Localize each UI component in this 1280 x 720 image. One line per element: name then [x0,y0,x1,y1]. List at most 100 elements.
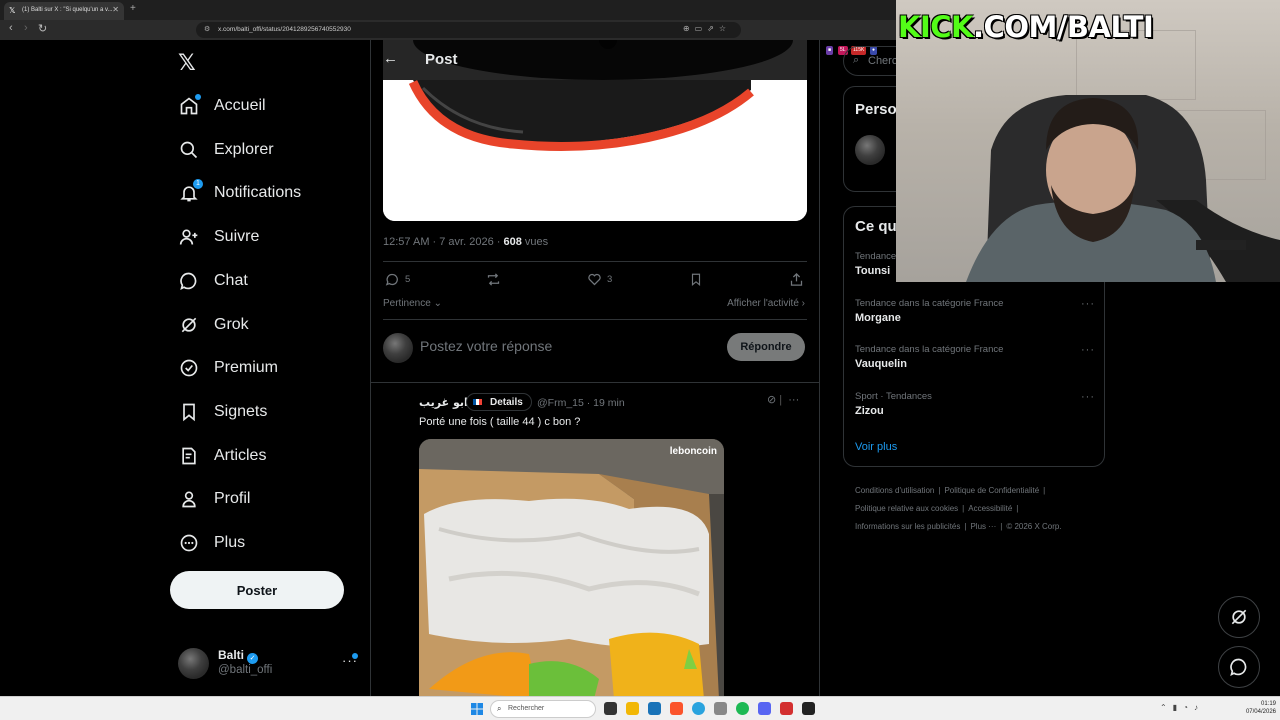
task-view-icon[interactable] [604,702,617,715]
system-tray-icons[interactable]: ⌃▮◔♪ [1160,703,1204,712]
messages-button[interactable] [1218,646,1260,688]
reply-input[interactable]: Postez votre réponse [420,338,552,354]
divider [383,261,807,262]
footer-link[interactable]: Conditions d'utilisation [855,486,934,495]
brave-browser-icon[interactable] [670,702,683,715]
account-name: Balti [218,648,245,662]
sort-dropdown[interactable]: Pertinence ⌄ [383,298,442,309]
account-switcher[interactable]: Balti ✓ @balti_offi ··· [178,645,358,685]
reply-author-name[interactable]: ابو غريب [419,396,468,409]
spotify-icon[interactable] [736,702,749,715]
nav-label: Articles [214,447,267,464]
nav-item-signets[interactable]: Signets [178,397,267,427]
nav-label: Premium [214,359,279,376]
notion-icon[interactable] [802,702,815,715]
webcam-overlay: KICK.COM/BALTI [896,0,1280,282]
show-more-link[interactable]: Voir plus [855,441,897,453]
nav-item-notifications[interactable]: 1 Notifications [178,178,301,208]
like-action[interactable]: 3 [587,272,612,287]
discord-icon[interactable] [758,702,771,715]
taskbar-clock[interactable]: 01:19 07/04/2026 [1240,700,1276,716]
nav-item-grok[interactable]: Grok [178,310,249,340]
unread-dot [195,94,201,100]
trend-context: Tendance dans la catégorie France [855,344,1004,355]
footer-link[interactable]: Informations sur les publicités [855,522,960,531]
view-count: 608 [503,236,522,248]
forward-icon[interactable]: › [24,22,28,34]
post-actions: 5 3 [383,270,807,292]
nav-item-articles[interactable]: Articles [178,441,266,471]
browser-tab[interactable]: 𝕏 (1) Balti sur X : "Si quelqu'un a v...… [4,2,124,20]
footer-link[interactable]: Politique de Confidentialité [944,486,1039,495]
nav-item-premium[interactable]: Premium [178,353,278,383]
footer-link[interactable]: Politique relative aux cookies [855,504,958,513]
app-icon[interactable] [648,702,661,715]
back-arrow-icon[interactable]: ← [383,50,398,67]
reply-button[interactable]: Répondre [727,333,805,361]
chevron-right-icon: › [798,298,805,309]
reply-sort-row: Pertinence ⌄ Afficher l'activité › [383,298,807,312]
reply-action[interactable]: 5 [385,272,410,287]
separator: | [1043,486,1046,495]
details-badge[interactable]: Details [466,393,532,411]
app-icon[interactable] [780,702,793,715]
more-icon[interactable]: ··· [1081,344,1095,356]
reply-image[interactable]: leboncoin [419,439,724,699]
separator: | [1000,522,1003,531]
reload-icon[interactable]: ↻ [38,22,47,35]
reply-text: Porté une fois ( taille 44 ) c bon ? [419,416,581,428]
trend-item[interactable]: Tendance dans la catégorie France Vauque… [855,344,1095,374]
new-tab-icon[interactable]: + [130,3,136,14]
post-timestamp[interactable]: 12:57 AM · 7 avr. 2026 · [383,236,503,248]
like-count: 3 [607,274,613,285]
telegram-icon[interactable] [692,702,705,715]
kick-url-text: .COM/BALTI [973,10,1154,44]
view-activity-link[interactable]: Afficher l'activité › [727,298,805,309]
more-icon[interactable]: ··· [1081,298,1095,310]
bookmark-action[interactable] [689,272,703,287]
more-icon[interactable]: ··· [788,394,799,406]
nav-item-suivre[interactable]: Suivre [178,222,259,252]
footer-link[interactable]: Plus ··· [970,522,996,531]
search-icon [178,139,200,161]
verified-badge-icon [178,357,200,379]
taskbar-search[interactable]: ⌕ Rechercher [490,700,596,718]
nav-item-plus[interactable]: Plus [178,528,245,558]
close-tab-icon[interactable]: ✕ [112,5,119,14]
grok-icon[interactable]: ⊘ [767,394,776,406]
divider [383,319,807,320]
reply-handle-time[interactable]: @Frm_15 · 19 min [537,397,625,409]
share-action[interactable] [789,272,804,287]
nav-label: Accueil [214,97,266,114]
back-icon[interactable]: ‹ [9,22,13,34]
nav-item-profil[interactable]: Profil [178,484,250,514]
grok-icon [1231,609,1247,625]
trend-item[interactable]: Tendance dans la catégorie France Morgan… [855,298,1095,328]
address-bar[interactable]: ⚙ x.com/balti_offi/status/20412892567405… [196,22,741,38]
chat-bubble-icon [1230,658,1247,677]
separator: | [938,486,941,495]
nav-item-explorer[interactable]: Explorer [178,135,274,165]
separator: | [1016,504,1019,513]
grok-button[interactable] [1218,596,1260,638]
trend-item[interactable]: Sport · Tendances Zizou ··· [855,391,1095,421]
reply-tweet-icons: ⊘ | ··· [767,394,800,406]
file-explorer-icon[interactable] [626,702,639,715]
address-bar-tools-icon[interactable]: ⊕▭⇗☆ [683,24,731,33]
app-icon[interactable] [714,702,727,715]
reply-icon [385,273,398,286]
site-info-icon[interactable]: ⚙ [204,25,210,33]
more-icon[interactable]: ··· [1081,391,1095,403]
nav-item-accueil[interactable]: Accueil [178,91,266,121]
avatar[interactable] [855,135,885,165]
view-label: vues [521,236,549,248]
x-logo-icon[interactable]: 𝕏 [178,50,196,76]
windows-start-icon[interactable] [471,703,483,715]
footer-link[interactable]: Accessibilité [968,504,1012,513]
post-button[interactable]: Poster [170,571,344,609]
windows-taskbar: ⌕ Rechercher ⌃▮◔♪ 01:19 07/04/2026 [0,696,1280,720]
repost-action[interactable] [485,272,502,287]
chevron-down-icon: ⌄ [430,298,442,309]
nav-item-chat[interactable]: Chat [178,266,248,296]
extension-icon[interactable]: ■ [826,46,834,55]
